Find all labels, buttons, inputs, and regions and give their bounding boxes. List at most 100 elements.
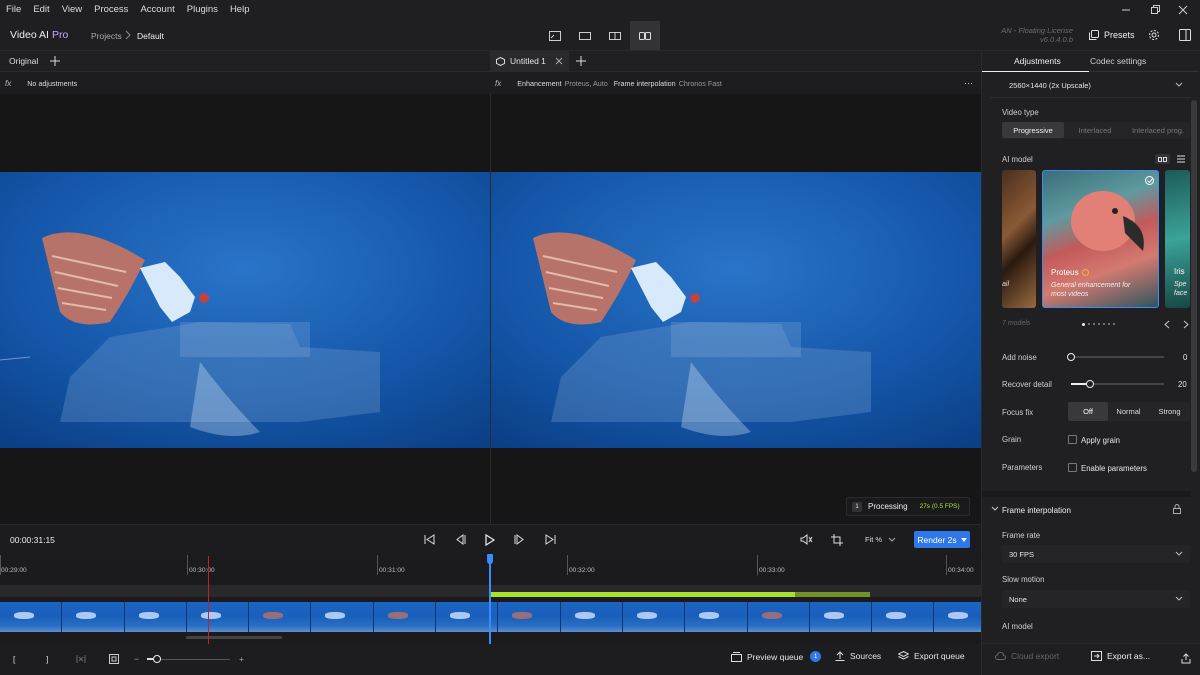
menu-file[interactable]: File bbox=[0, 0, 27, 20]
video-type-label: Video type bbox=[1002, 108, 1039, 117]
export-as-button[interactable]: Export as... bbox=[1091, 651, 1150, 661]
frame-interpolation-header[interactable]: Frame interpolation bbox=[1002, 506, 1071, 515]
enable-parameters-checkbox[interactable] bbox=[1068, 463, 1077, 472]
ruler-label: 00:32:00 bbox=[569, 567, 595, 574]
check-icon bbox=[1145, 176, 1154, 185]
presets-button[interactable]: Presets bbox=[1083, 25, 1141, 45]
mute-icon[interactable] bbox=[797, 531, 815, 548]
preview-queue-button[interactable]: Preview queue 1 bbox=[731, 651, 822, 662]
gear-icon[interactable] bbox=[1148, 29, 1160, 41]
sources-button[interactable]: Sources bbox=[835, 651, 881, 661]
zoom-out-button[interactable]: − bbox=[134, 654, 139, 664]
list-view-icon[interactable] bbox=[1177, 155, 1185, 163]
more-icon[interactable]: ··· bbox=[964, 78, 973, 88]
cloud-export-button[interactable]: Cloud export bbox=[995, 651, 1059, 661]
resolution-dropdown[interactable]: 2560×1440 (2x Upscale) bbox=[1002, 76, 1190, 94]
menu-help[interactable]: Help bbox=[224, 0, 256, 20]
video-type-progressive[interactable]: Progressive bbox=[1002, 122, 1064, 138]
enhancement-value: Proteus, Auto bbox=[564, 78, 608, 88]
fit-dropdown[interactable]: Fit % bbox=[865, 535, 896, 544]
set-in-button[interactable]: [ bbox=[13, 654, 15, 664]
apply-grain-checkbox[interactable] bbox=[1068, 435, 1077, 444]
frame-interp-value: Chronos Fast bbox=[678, 78, 722, 88]
view-side-by-side-icon[interactable] bbox=[630, 21, 660, 50]
model-card-proteus[interactable]: Proteus General enhancement for most vid… bbox=[1042, 170, 1159, 308]
recover-detail-knob[interactable] bbox=[1085, 380, 1094, 388]
menu-plugins[interactable]: Plugins bbox=[181, 0, 224, 20]
caret-down-icon bbox=[960, 537, 967, 542]
menu-process[interactable]: Process bbox=[88, 0, 134, 20]
add-icon[interactable] bbox=[50, 56, 61, 66]
split-divider[interactable] bbox=[490, 94, 491, 524]
play-icon[interactable] bbox=[481, 531, 499, 548]
view-full-icon[interactable] bbox=[570, 21, 600, 50]
focus-fix-label: Focus fix bbox=[1002, 408, 1034, 417]
zoom-slider-track[interactable] bbox=[147, 655, 230, 663]
close-icon[interactable] bbox=[1166, 0, 1200, 20]
model-card-prev[interactable]: ail bbox=[1002, 170, 1036, 308]
film-thumb bbox=[249, 602, 312, 632]
add-noise-knob[interactable] bbox=[1067, 353, 1075, 361]
tab-adjustments[interactable]: Adjustments bbox=[1014, 56, 1061, 66]
carousel-prev-icon[interactable] bbox=[1164, 320, 1170, 329]
fi-ai-model-label: AI model bbox=[1002, 622, 1033, 631]
skip-to-start-icon[interactable] bbox=[421, 531, 439, 548]
frame-rate-dropdown[interactable]: 30 FPS bbox=[1002, 545, 1190, 563]
skip-to-end-icon[interactable] bbox=[541, 531, 559, 548]
no-adjustments-text: No adjustments bbox=[27, 78, 78, 88]
step-back-icon[interactable] bbox=[451, 531, 469, 548]
clear-range-icon[interactable] bbox=[76, 654, 86, 664]
fx-icon: fx bbox=[495, 78, 502, 88]
playhead-handle[interactable] bbox=[487, 554, 493, 564]
tab-codec-settings[interactable]: Codec settings bbox=[1090, 56, 1146, 66]
timeline-scrollbar[interactable] bbox=[186, 636, 282, 639]
preview-queue-count: 1 bbox=[810, 651, 822, 662]
focus-fix-strong[interactable]: Strong bbox=[1149, 402, 1190, 421]
lock-icon[interactable] bbox=[1173, 504, 1181, 514]
chevron-down-icon bbox=[1175, 551, 1183, 556]
menu-view[interactable]: View bbox=[56, 0, 88, 20]
set-out-button[interactable]: ] bbox=[46, 654, 48, 664]
video-type-interlaced-prog[interactable]: Interlaced prog. bbox=[1126, 122, 1190, 138]
carousel-dots[interactable] bbox=[1082, 323, 1115, 326]
view-single-icon[interactable] bbox=[540, 21, 570, 50]
menu-edit[interactable]: Edit bbox=[27, 0, 55, 20]
add-tab-icon[interactable] bbox=[575, 56, 586, 66]
export-queue-button[interactable]: Export queue bbox=[898, 651, 965, 661]
focus-fix-normal[interactable]: Normal bbox=[1108, 402, 1149, 421]
collapse-icon[interactable] bbox=[991, 506, 999, 512]
snap-icon[interactable] bbox=[109, 654, 119, 664]
film-thumb bbox=[747, 602, 810, 632]
crop-icon[interactable] bbox=[828, 531, 846, 548]
breadcrumb-projects[interactable]: Projects bbox=[91, 31, 122, 41]
carousel-next-icon[interactable] bbox=[1183, 320, 1189, 329]
enable-parameters-label[interactable]: Enable parameters bbox=[1081, 464, 1147, 473]
slow-motion-dropdown[interactable]: None bbox=[1002, 590, 1190, 608]
zoom-slider-knob[interactable] bbox=[152, 655, 161, 663]
in-point-marker[interactable] bbox=[208, 556, 209, 644]
share-icon[interactable] bbox=[1181, 653, 1191, 664]
tab-original[interactable]: Original bbox=[9, 56, 38, 66]
grid-view-icon[interactable] bbox=[1155, 154, 1170, 164]
playhead[interactable] bbox=[489, 554, 491, 644]
video-type-interlaced[interactable]: Interlaced bbox=[1064, 122, 1126, 138]
menu-account[interactable]: Account bbox=[134, 0, 180, 20]
recover-detail-slider[interactable] bbox=[1071, 380, 1164, 388]
view-split-icon[interactable] bbox=[600, 21, 630, 50]
tab-close-icon bbox=[555, 57, 563, 65]
apply-grain-label[interactable]: Apply grain bbox=[1081, 436, 1120, 445]
film-thumb bbox=[622, 602, 686, 632]
render-button[interactable]: Render 2s bbox=[914, 531, 970, 548]
add-noise-slider[interactable] bbox=[1067, 353, 1164, 361]
model-card-next[interactable]: Iris Spe face bbox=[1165, 170, 1190, 308]
slow-motion-label: Slow motion bbox=[1002, 575, 1045, 584]
zoom-in-button[interactable]: + bbox=[239, 654, 244, 664]
preview-tab-row: Untitled 1 bbox=[490, 50, 981, 72]
breadcrumb-current[interactable]: Default bbox=[137, 31, 164, 41]
tab-untitled-1[interactable]: Untitled 1 bbox=[490, 50, 569, 72]
panel-scrollbar[interactable] bbox=[1191, 100, 1197, 472]
recover-detail-value: 20 bbox=[1178, 380, 1187, 389]
panel-toggle-icon[interactable] bbox=[1179, 29, 1191, 41]
focus-fix-off[interactable]: Off bbox=[1068, 402, 1108, 421]
step-forward-icon[interactable] bbox=[511, 531, 529, 548]
